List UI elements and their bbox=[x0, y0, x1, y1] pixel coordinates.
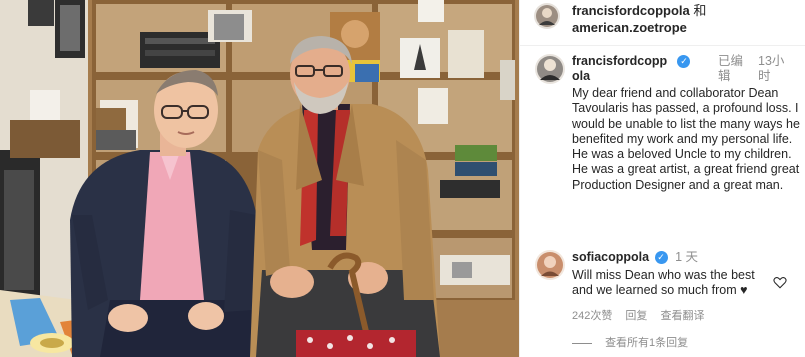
author-line: francisfordcoppola ✓ 已编辑 13小时 bbox=[572, 54, 802, 84]
header-and: 和 bbox=[693, 3, 707, 18]
edited-label: 已编辑 bbox=[718, 54, 744, 83]
post-author[interactable]: francisfordcoppola bbox=[572, 54, 672, 84]
header-account-2[interactable]: american.zoetrope bbox=[572, 19, 706, 36]
comment-reply-button[interactable]: 回复 bbox=[625, 310, 647, 322]
comment-header: sofiacoppola ✓ 1 天 bbox=[572, 250, 698, 265]
comment-meta: 242次赞 回复 查看翻译 bbox=[572, 307, 714, 323]
post-photo-illustration bbox=[0, 0, 519, 357]
black-heart-emoji: ♥ bbox=[740, 283, 748, 298]
commenter-avatar[interactable] bbox=[535, 250, 565, 280]
comment-time[interactable]: 1 天 bbox=[675, 250, 698, 264]
view-replies-button[interactable]: 查看所有1条回复 bbox=[572, 334, 688, 350]
comment-translate-button[interactable]: 查看翻译 bbox=[660, 310, 704, 322]
header-account-1[interactable]: francisfordcoppola bbox=[572, 3, 690, 18]
comment-body: Will miss Dean who was the best and we l… bbox=[572, 268, 755, 298]
replies-dash bbox=[572, 342, 592, 344]
verified-badge-icon: ✓ bbox=[654, 251, 668, 264]
header-account-names: francisfordcoppola 和 american.zoetrope bbox=[572, 2, 706, 36]
post-photo[interactable] bbox=[0, 0, 519, 357]
collab-avatar[interactable] bbox=[534, 3, 560, 29]
comment-text: Will miss Dean who was the best and we l… bbox=[572, 268, 777, 299]
like-heart-icon[interactable] bbox=[773, 276, 787, 289]
post-caption: My dear friend and collaborator Dean Tav… bbox=[572, 86, 800, 192]
comment-author[interactable]: sofiacoppola bbox=[572, 250, 649, 264]
post-sidebar: francisfordcoppola 和 american.zoetrope f… bbox=[519, 0, 805, 357]
verified-badge-icon: ✓ bbox=[677, 55, 691, 68]
view-replies-label: 查看所有1条回复 bbox=[605, 337, 689, 349]
post-time[interactable]: 13小时 bbox=[758, 54, 788, 84]
post-header: francisfordcoppola 和 american.zoetrope bbox=[520, 0, 805, 46]
author-avatar[interactable] bbox=[535, 54, 565, 84]
comment-likes[interactable]: 242次赞 bbox=[572, 310, 612, 322]
